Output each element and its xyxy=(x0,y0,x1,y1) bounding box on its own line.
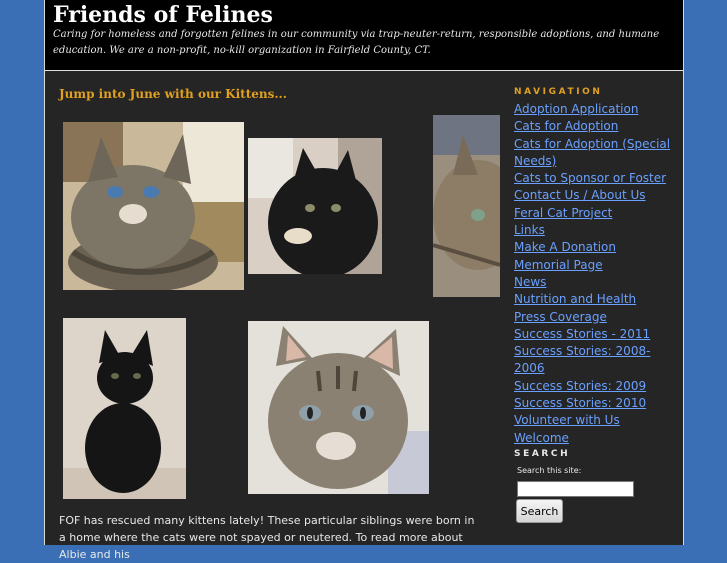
page-container: Friends of Felines Caring for homeless a… xyxy=(44,0,684,561)
nav-item: Adoption Application xyxy=(514,101,674,118)
nav-link-press-coverage[interactable]: Press Coverage xyxy=(514,309,674,326)
kitten-photo-tabby-face xyxy=(248,321,429,494)
nav-link-success-stories-2010[interactable]: Success Stories: 2010 xyxy=(514,395,674,412)
nav-item: Cats for Adoption (Special Needs) xyxy=(514,136,674,171)
nav-link-success-stories-2011[interactable]: Success Stories - 2011 xyxy=(514,326,674,343)
search-input[interactable] xyxy=(517,481,634,497)
nav-item: Nutrition and Health xyxy=(514,291,674,308)
nav-item: Success Stories: 2010 xyxy=(514,395,674,412)
site-header: Friends of Felines Caring for homeless a… xyxy=(45,0,683,71)
nav-link-welcome[interactable]: Welcome xyxy=(514,430,674,447)
nav-link-cats-for-adoption[interactable]: Cats for Adoption xyxy=(514,118,674,135)
nav-item: News xyxy=(514,274,674,291)
nav-link-news[interactable]: News xyxy=(514,274,674,291)
nav-link-feral-cat-project[interactable]: Feral Cat Project xyxy=(514,205,674,222)
nav-item: Make A Donation xyxy=(514,239,674,256)
nav-item: Success Stories: 2008-2006 xyxy=(514,343,674,378)
nav-link-success-stories-2008-2006[interactable]: Success Stories: 2008-2006 xyxy=(514,343,674,378)
nav-item: Contact Us / About Us xyxy=(514,187,674,204)
post-title: Jump into June with our Kittens... xyxy=(59,87,287,101)
kitten-photo-tabby-lying xyxy=(63,122,244,290)
nav-item: Feral Cat Project xyxy=(514,205,674,222)
nav-link-cats-to-sponsor-or-foster[interactable]: Cats to Sponsor or Foster xyxy=(514,170,674,187)
navigation-heading: NAVIGATION xyxy=(514,87,603,97)
search-label: Search this site: xyxy=(517,466,582,475)
nav-item: Cats for Adoption xyxy=(514,118,674,135)
post-body-text: FOF has rescued many kittens lately! The… xyxy=(59,514,475,561)
search-button[interactable]: Search xyxy=(516,499,563,523)
nav-link-nutrition-and-health[interactable]: Nutrition and Health xyxy=(514,291,674,308)
nav-item: Cats to Sponsor or Foster xyxy=(514,170,674,187)
nav-item: Memorial Page xyxy=(514,257,674,274)
nav-link-cats-for-adoption-special-needs[interactable]: Cats for Adoption (Special Needs) xyxy=(514,136,674,171)
nav-item: Press Coverage xyxy=(514,309,674,326)
navigation-list: Adoption Application Cats for Adoption C… xyxy=(514,101,674,447)
nav-link-contact-us[interactable]: Contact Us / About Us xyxy=(514,187,674,204)
nav-item: Links xyxy=(514,222,674,239)
kitten-photo-tabby-partial xyxy=(433,115,500,297)
search-heading: SEARCH xyxy=(514,449,571,459)
nav-link-adoption-application[interactable]: Adoption Application xyxy=(514,101,674,118)
kitten-photo-black-sitting xyxy=(63,318,186,499)
nav-item: Volunteer with Us xyxy=(514,412,674,429)
kitten-photo-black xyxy=(248,138,382,274)
nav-link-success-stories-2009[interactable]: Success Stories: 2009 xyxy=(514,378,674,395)
nav-link-links[interactable]: Links xyxy=(514,222,674,239)
nav-item: Success Stories - 2011 xyxy=(514,326,674,343)
nav-item: Success Stories: 2009 xyxy=(514,378,674,395)
nav-link-volunteer-with-us[interactable]: Volunteer with Us xyxy=(514,412,674,429)
site-title[interactable]: Friends of Felines xyxy=(53,2,273,28)
nav-link-memorial-page[interactable]: Memorial Page xyxy=(514,257,674,274)
nav-link-make-a-donation[interactable]: Make A Donation xyxy=(514,239,674,256)
nav-item: Welcome xyxy=(514,430,674,447)
site-description: Caring for homeless and forgotten feline… xyxy=(53,29,660,56)
